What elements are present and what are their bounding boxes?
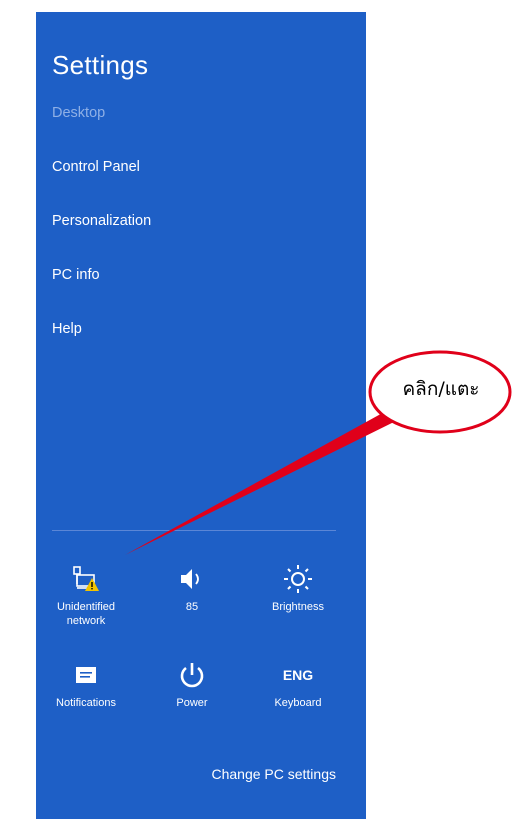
panel-title: Settings — [52, 50, 149, 80]
volume-icon — [146, 562, 238, 596]
settings-charm-panel: Settings Desktop Control Panel Personali… — [36, 12, 366, 819]
power-tile[interactable]: Power — [146, 658, 238, 710]
brightness-tile[interactable]: Brightness — [252, 562, 344, 614]
keyboard-icon: ENG — [252, 658, 344, 692]
network-label: Unidentified network — [56, 601, 116, 627]
menu-item-control-panel[interactable]: Control Panel — [52, 159, 140, 175]
divider — [52, 530, 336, 531]
change-pc-settings-link[interactable]: Change PC settings — [211, 766, 336, 782]
keyboard-tile[interactable]: ENG Keyboard — [252, 658, 344, 710]
menu-item-personalization[interactable]: Personalization — [52, 213, 151, 229]
power-icon — [146, 658, 238, 692]
brightness-icon — [252, 562, 344, 596]
keyboard-label: Keyboard — [274, 697, 322, 709]
network-tile[interactable]: Unidentified network — [40, 562, 132, 628]
keyboard-language-text: ENG — [282, 667, 314, 683]
menu-item-desktop[interactable]: Desktop — [52, 105, 105, 121]
menu-item-pc-info[interactable]: PC info — [52, 267, 100, 283]
notifications-tile[interactable]: Notifications — [40, 658, 132, 710]
volume-label: 85 — [185, 601, 199, 613]
power-label: Power — [176, 697, 208, 709]
notifications-label: Notifications — [56, 697, 116, 709]
volume-tile[interactable]: 85 — [146, 562, 238, 614]
brightness-label: Brightness — [272, 601, 324, 613]
network-warning-icon — [40, 562, 132, 596]
callout-text: คลิก/แตะ — [402, 378, 480, 400]
menu-item-help[interactable]: Help — [52, 321, 82, 337]
notifications-icon — [40, 658, 132, 692]
